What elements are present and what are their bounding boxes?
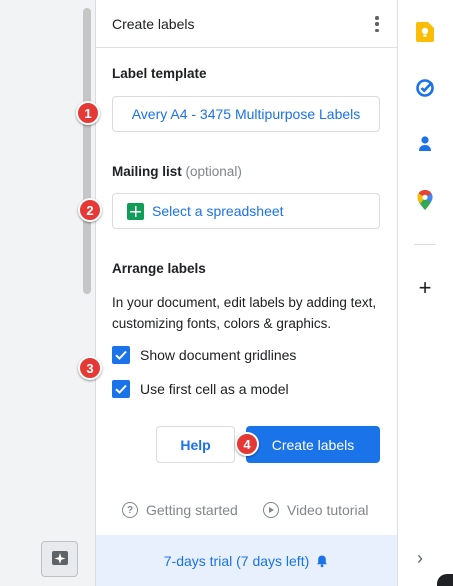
select-spreadsheet-label: Select a spreadsheet bbox=[152, 203, 284, 219]
panel-title: Create labels bbox=[112, 15, 195, 32]
video-tutorial-label: Video tutorial bbox=[287, 502, 369, 518]
getting-started-label: Getting started bbox=[146, 502, 238, 518]
first-cell-label: Use first cell as a model bbox=[140, 381, 289, 397]
keep-icon[interactable] bbox=[415, 22, 435, 42]
select-spreadsheet-button[interactable]: Select a spreadsheet bbox=[112, 193, 380, 229]
mailing-list-heading-text: Mailing list bbox=[112, 164, 182, 179]
gridlines-label: Show document gridlines bbox=[140, 347, 297, 363]
play-circle-icon bbox=[263, 502, 279, 518]
label-template-value: Avery A4 - 3475 Multipurpose Labels bbox=[131, 106, 361, 122]
check-icon bbox=[115, 350, 127, 360]
video-tutorial-link[interactable]: Video tutorial bbox=[263, 502, 368, 518]
panel-header: Create labels bbox=[96, 0, 397, 48]
explore-button[interactable] bbox=[41, 541, 78, 577]
side-panel-rail: + › bbox=[397, 0, 453, 586]
gridlines-option[interactable]: Show document gridlines bbox=[112, 346, 296, 364]
gridlines-checkbox[interactable] bbox=[112, 346, 130, 364]
step-badge-3: 3 bbox=[78, 356, 102, 380]
scrollbar[interactable] bbox=[83, 8, 91, 294]
add-icon[interactable]: + bbox=[415, 277, 435, 299]
first-cell-checkbox[interactable] bbox=[112, 380, 130, 398]
tasks-icon[interactable] bbox=[415, 78, 435, 98]
bell-icon bbox=[317, 555, 328, 567]
sheets-icon bbox=[127, 202, 144, 220]
trial-banner[interactable]: 7-days trial (7 days left) bbox=[96, 535, 397, 586]
explore-sparkle-icon bbox=[51, 551, 68, 565]
first-cell-option[interactable]: Use first cell as a model bbox=[112, 380, 289, 398]
help-button[interactable]: Help bbox=[156, 426, 235, 463]
corner-shape bbox=[437, 574, 453, 586]
maps-icon[interactable] bbox=[415, 190, 435, 210]
chevron-right-icon[interactable]: › bbox=[417, 548, 423, 569]
rail-divider bbox=[414, 244, 436, 245]
label-template-selector[interactable]: Avery A4 - 3475 Multipurpose Labels bbox=[112, 96, 380, 132]
trial-text: 7-days trial (7 days left) bbox=[163, 552, 310, 569]
arrange-labels-heading: Arrange labels bbox=[112, 261, 206, 276]
step-badge-4: 4 bbox=[235, 432, 259, 456]
more-options-icon[interactable] bbox=[375, 16, 379, 32]
help-circle-icon: ? bbox=[122, 502, 138, 518]
label-template-heading: Label template bbox=[112, 66, 207, 81]
arrange-description: In your document, edit labels by adding … bbox=[112, 295, 377, 331]
document-area bbox=[0, 0, 96, 586]
create-labels-sidebar: Create labels Label template Avery A4 - … bbox=[96, 0, 397, 586]
mailing-list-optional: (optional) bbox=[185, 164, 242, 179]
create-labels-button[interactable]: Create labels bbox=[246, 426, 380, 463]
contacts-icon[interactable] bbox=[415, 134, 435, 154]
getting-started-link[interactable]: ? Getting started bbox=[122, 502, 238, 518]
mailing-list-heading: Mailing list (optional) bbox=[112, 164, 242, 179]
step-badge-1: 1 bbox=[76, 101, 100, 125]
step-badge-2: 2 bbox=[78, 198, 102, 222]
check-icon bbox=[115, 384, 127, 394]
